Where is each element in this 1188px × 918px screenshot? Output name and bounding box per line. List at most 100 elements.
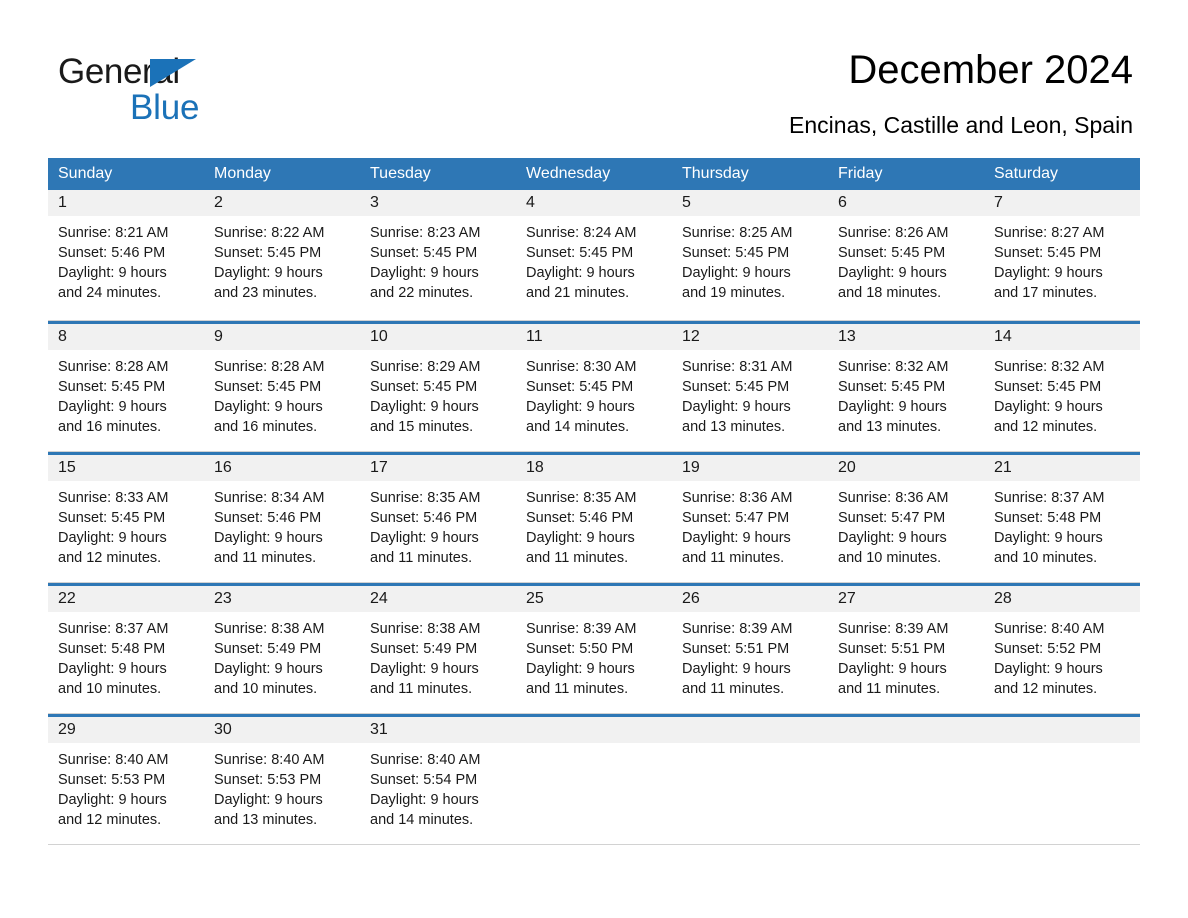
day-cell[interactable]: 17 Sunrise: 8:35 AM Sunset: 5:46 PM Dayl… [360, 455, 516, 582]
sunrise-text: Sunrise: 8:40 AM [214, 752, 325, 768]
day-cell[interactable]: 20 Sunrise: 8:36 AM Sunset: 5:47 PM Dayl… [828, 455, 984, 582]
sunrise-text: Sunrise: 8:28 AM [214, 359, 325, 375]
day-cell[interactable]: 10 Sunrise: 8:29 AM Sunset: 5:45 PM Dayl… [360, 324, 516, 451]
day-number: 22 [58, 590, 76, 607]
daylight-text-line1: Daylight: 9 hours [838, 530, 947, 546]
sunset-text: Sunset: 5:45 PM [994, 379, 1102, 395]
daylight-text-line1: Daylight: 9 hours [370, 265, 479, 281]
daylight-text-line2: and 16 minutes. [58, 419, 162, 435]
day-info: Sunrise: 8:28 AM Sunset: 5:45 PM Dayligh… [204, 350, 360, 437]
day-number-band: 14 [984, 324, 1140, 350]
day-info: Sunrise: 8:40 AM Sunset: 5:54 PM Dayligh… [360, 743, 516, 830]
daylight-text-line2: and 16 minutes. [214, 419, 318, 435]
day-cell[interactable]: 18 Sunrise: 8:35 AM Sunset: 5:46 PM Dayl… [516, 455, 672, 582]
week-row: 15 Sunrise: 8:33 AM Sunset: 5:45 PM Dayl… [48, 452, 1140, 583]
sunset-text: Sunset: 5:49 PM [214, 641, 322, 657]
day-cell[interactable]: 11 Sunrise: 8:30 AM Sunset: 5:45 PM Dayl… [516, 324, 672, 451]
day-cell[interactable]: 8 Sunrise: 8:28 AM Sunset: 5:45 PM Dayli… [48, 324, 204, 451]
day-cell[interactable]: 24 Sunrise: 8:38 AM Sunset: 5:49 PM Dayl… [360, 586, 516, 713]
daylight-text-line1: Daylight: 9 hours [526, 265, 635, 281]
day-info: Sunrise: 8:29 AM Sunset: 5:45 PM Dayligh… [360, 350, 516, 437]
generalblue-logo[interactable]: General Blue [58, 52, 278, 128]
sunset-text: Sunset: 5:45 PM [370, 379, 478, 395]
day-cell[interactable]: 14 Sunrise: 8:32 AM Sunset: 5:45 PM Dayl… [984, 324, 1140, 451]
day-number-band: 3 [360, 190, 516, 216]
logo-top-row: General [58, 52, 278, 92]
day-cell[interactable]: 4 Sunrise: 8:24 AM Sunset: 5:45 PM Dayli… [516, 190, 672, 320]
daylight-text-line2: and 10 minutes. [58, 681, 162, 697]
day-info: Sunrise: 8:30 AM Sunset: 5:45 PM Dayligh… [516, 350, 672, 437]
calendar-grid: Sunday Monday Tuesday Wednesday Thursday… [48, 158, 1140, 845]
day-number-band: 20 [828, 455, 984, 481]
daylight-text-line1: Daylight: 9 hours [994, 399, 1103, 415]
day-info: Sunrise: 8:26 AM Sunset: 5:45 PM Dayligh… [828, 216, 984, 303]
day-info: Sunrise: 8:34 AM Sunset: 5:46 PM Dayligh… [204, 481, 360, 568]
day-number-band: 5 [672, 190, 828, 216]
sunrise-text: Sunrise: 8:39 AM [838, 621, 949, 637]
day-cell[interactable]: 25 Sunrise: 8:39 AM Sunset: 5:50 PM Dayl… [516, 586, 672, 713]
sunset-text: Sunset: 5:45 PM [526, 245, 634, 261]
day-cell[interactable]: 29 Sunrise: 8:40 AM Sunset: 5:53 PM Dayl… [48, 717, 204, 844]
day-cell[interactable]: 22 Sunrise: 8:37 AM Sunset: 5:48 PM Dayl… [48, 586, 204, 713]
sunrise-text: Sunrise: 8:38 AM [370, 621, 481, 637]
day-number-band: 7 [984, 190, 1140, 216]
daylight-text-line2: and 12 minutes. [58, 550, 162, 566]
sunrise-text: Sunrise: 8:36 AM [682, 490, 793, 506]
calendar-page: General Blue December 2024 Encinas, Cast… [0, 0, 1188, 918]
daylight-text-line2: and 11 minutes. [526, 681, 629, 697]
day-cell[interactable]: 21 Sunrise: 8:37 AM Sunset: 5:48 PM Dayl… [984, 455, 1140, 582]
day-info: Sunrise: 8:32 AM Sunset: 5:45 PM Dayligh… [984, 350, 1140, 437]
day-cell[interactable]: 23 Sunrise: 8:38 AM Sunset: 5:49 PM Dayl… [204, 586, 360, 713]
day-cell[interactable]: 26 Sunrise: 8:39 AM Sunset: 5:51 PM Dayl… [672, 586, 828, 713]
day-cell-empty [828, 717, 984, 844]
daylight-text-line1: Daylight: 9 hours [526, 530, 635, 546]
sunrise-text: Sunrise: 8:27 AM [994, 225, 1105, 241]
day-cell[interactable]: 7 Sunrise: 8:27 AM Sunset: 5:45 PM Dayli… [984, 190, 1140, 320]
day-cell[interactable]: 31 Sunrise: 8:40 AM Sunset: 5:54 PM Dayl… [360, 717, 516, 844]
day-number-band: 4 [516, 190, 672, 216]
day-info: Sunrise: 8:25 AM Sunset: 5:45 PM Dayligh… [672, 216, 828, 303]
day-number-band: 1 [48, 190, 204, 216]
day-cell[interactable]: 15 Sunrise: 8:33 AM Sunset: 5:45 PM Dayl… [48, 455, 204, 582]
day-cell[interactable]: 12 Sunrise: 8:31 AM Sunset: 5:45 PM Dayl… [672, 324, 828, 451]
day-cell[interactable]: 2 Sunrise: 8:22 AM Sunset: 5:45 PM Dayli… [204, 190, 360, 320]
day-info: Sunrise: 8:40 AM Sunset: 5:53 PM Dayligh… [204, 743, 360, 830]
day-number: 24 [370, 590, 388, 607]
sunrise-text: Sunrise: 8:38 AM [214, 621, 325, 637]
day-cell[interactable]: 28 Sunrise: 8:40 AM Sunset: 5:52 PM Dayl… [984, 586, 1140, 713]
sunrise-text: Sunrise: 8:24 AM [526, 225, 637, 241]
daylight-text-line2: and 11 minutes. [370, 681, 473, 697]
page-header: General Blue December 2024 Encinas, Cast… [0, 0, 1188, 152]
day-number-band: 24 [360, 586, 516, 612]
sunset-text: Sunset: 5:46 PM [58, 245, 166, 261]
sunset-text: Sunset: 5:49 PM [370, 641, 478, 657]
day-number-band: 27 [828, 586, 984, 612]
day-info: Sunrise: 8:23 AM Sunset: 5:45 PM Dayligh… [360, 216, 516, 303]
day-cell[interactable]: 13 Sunrise: 8:32 AM Sunset: 5:45 PM Dayl… [828, 324, 984, 451]
daylight-text-line1: Daylight: 9 hours [994, 530, 1103, 546]
day-cell[interactable]: 19 Sunrise: 8:36 AM Sunset: 5:47 PM Dayl… [672, 455, 828, 582]
day-cell[interactable]: 3 Sunrise: 8:23 AM Sunset: 5:45 PM Dayli… [360, 190, 516, 320]
day-info: Sunrise: 8:21 AM Sunset: 5:46 PM Dayligh… [48, 216, 204, 303]
day-cell[interactable]: 30 Sunrise: 8:40 AM Sunset: 5:53 PM Dayl… [204, 717, 360, 844]
day-cell[interactable]: 1 Sunrise: 8:21 AM Sunset: 5:46 PM Dayli… [48, 190, 204, 320]
sunrise-text: Sunrise: 8:33 AM [58, 490, 169, 506]
sunset-text: Sunset: 5:50 PM [526, 641, 634, 657]
daylight-text-line2: and 11 minutes. [370, 550, 473, 566]
day-cell[interactable]: 9 Sunrise: 8:28 AM Sunset: 5:45 PM Dayli… [204, 324, 360, 451]
sunset-text: Sunset: 5:45 PM [214, 245, 322, 261]
daylight-text-line2: and 10 minutes. [994, 550, 1098, 566]
day-cell[interactable]: 6 Sunrise: 8:26 AM Sunset: 5:45 PM Dayli… [828, 190, 984, 320]
day-number: 27 [838, 590, 856, 607]
day-number: 21 [994, 459, 1012, 476]
week-row: 1 Sunrise: 8:21 AM Sunset: 5:46 PM Dayli… [48, 190, 1140, 321]
daylight-text-line2: and 13 minutes. [682, 419, 786, 435]
daylight-text-line2: and 22 minutes. [370, 285, 474, 301]
day-number: 23 [214, 590, 232, 607]
day-cell[interactable]: 27 Sunrise: 8:39 AM Sunset: 5:51 PM Dayl… [828, 586, 984, 713]
day-number: 20 [838, 459, 856, 476]
logo-triangle-icon [150, 59, 196, 87]
daylight-text-line2: and 11 minutes. [682, 681, 785, 697]
day-cell[interactable]: 16 Sunrise: 8:34 AM Sunset: 5:46 PM Dayl… [204, 455, 360, 582]
day-cell[interactable]: 5 Sunrise: 8:25 AM Sunset: 5:45 PM Dayli… [672, 190, 828, 320]
